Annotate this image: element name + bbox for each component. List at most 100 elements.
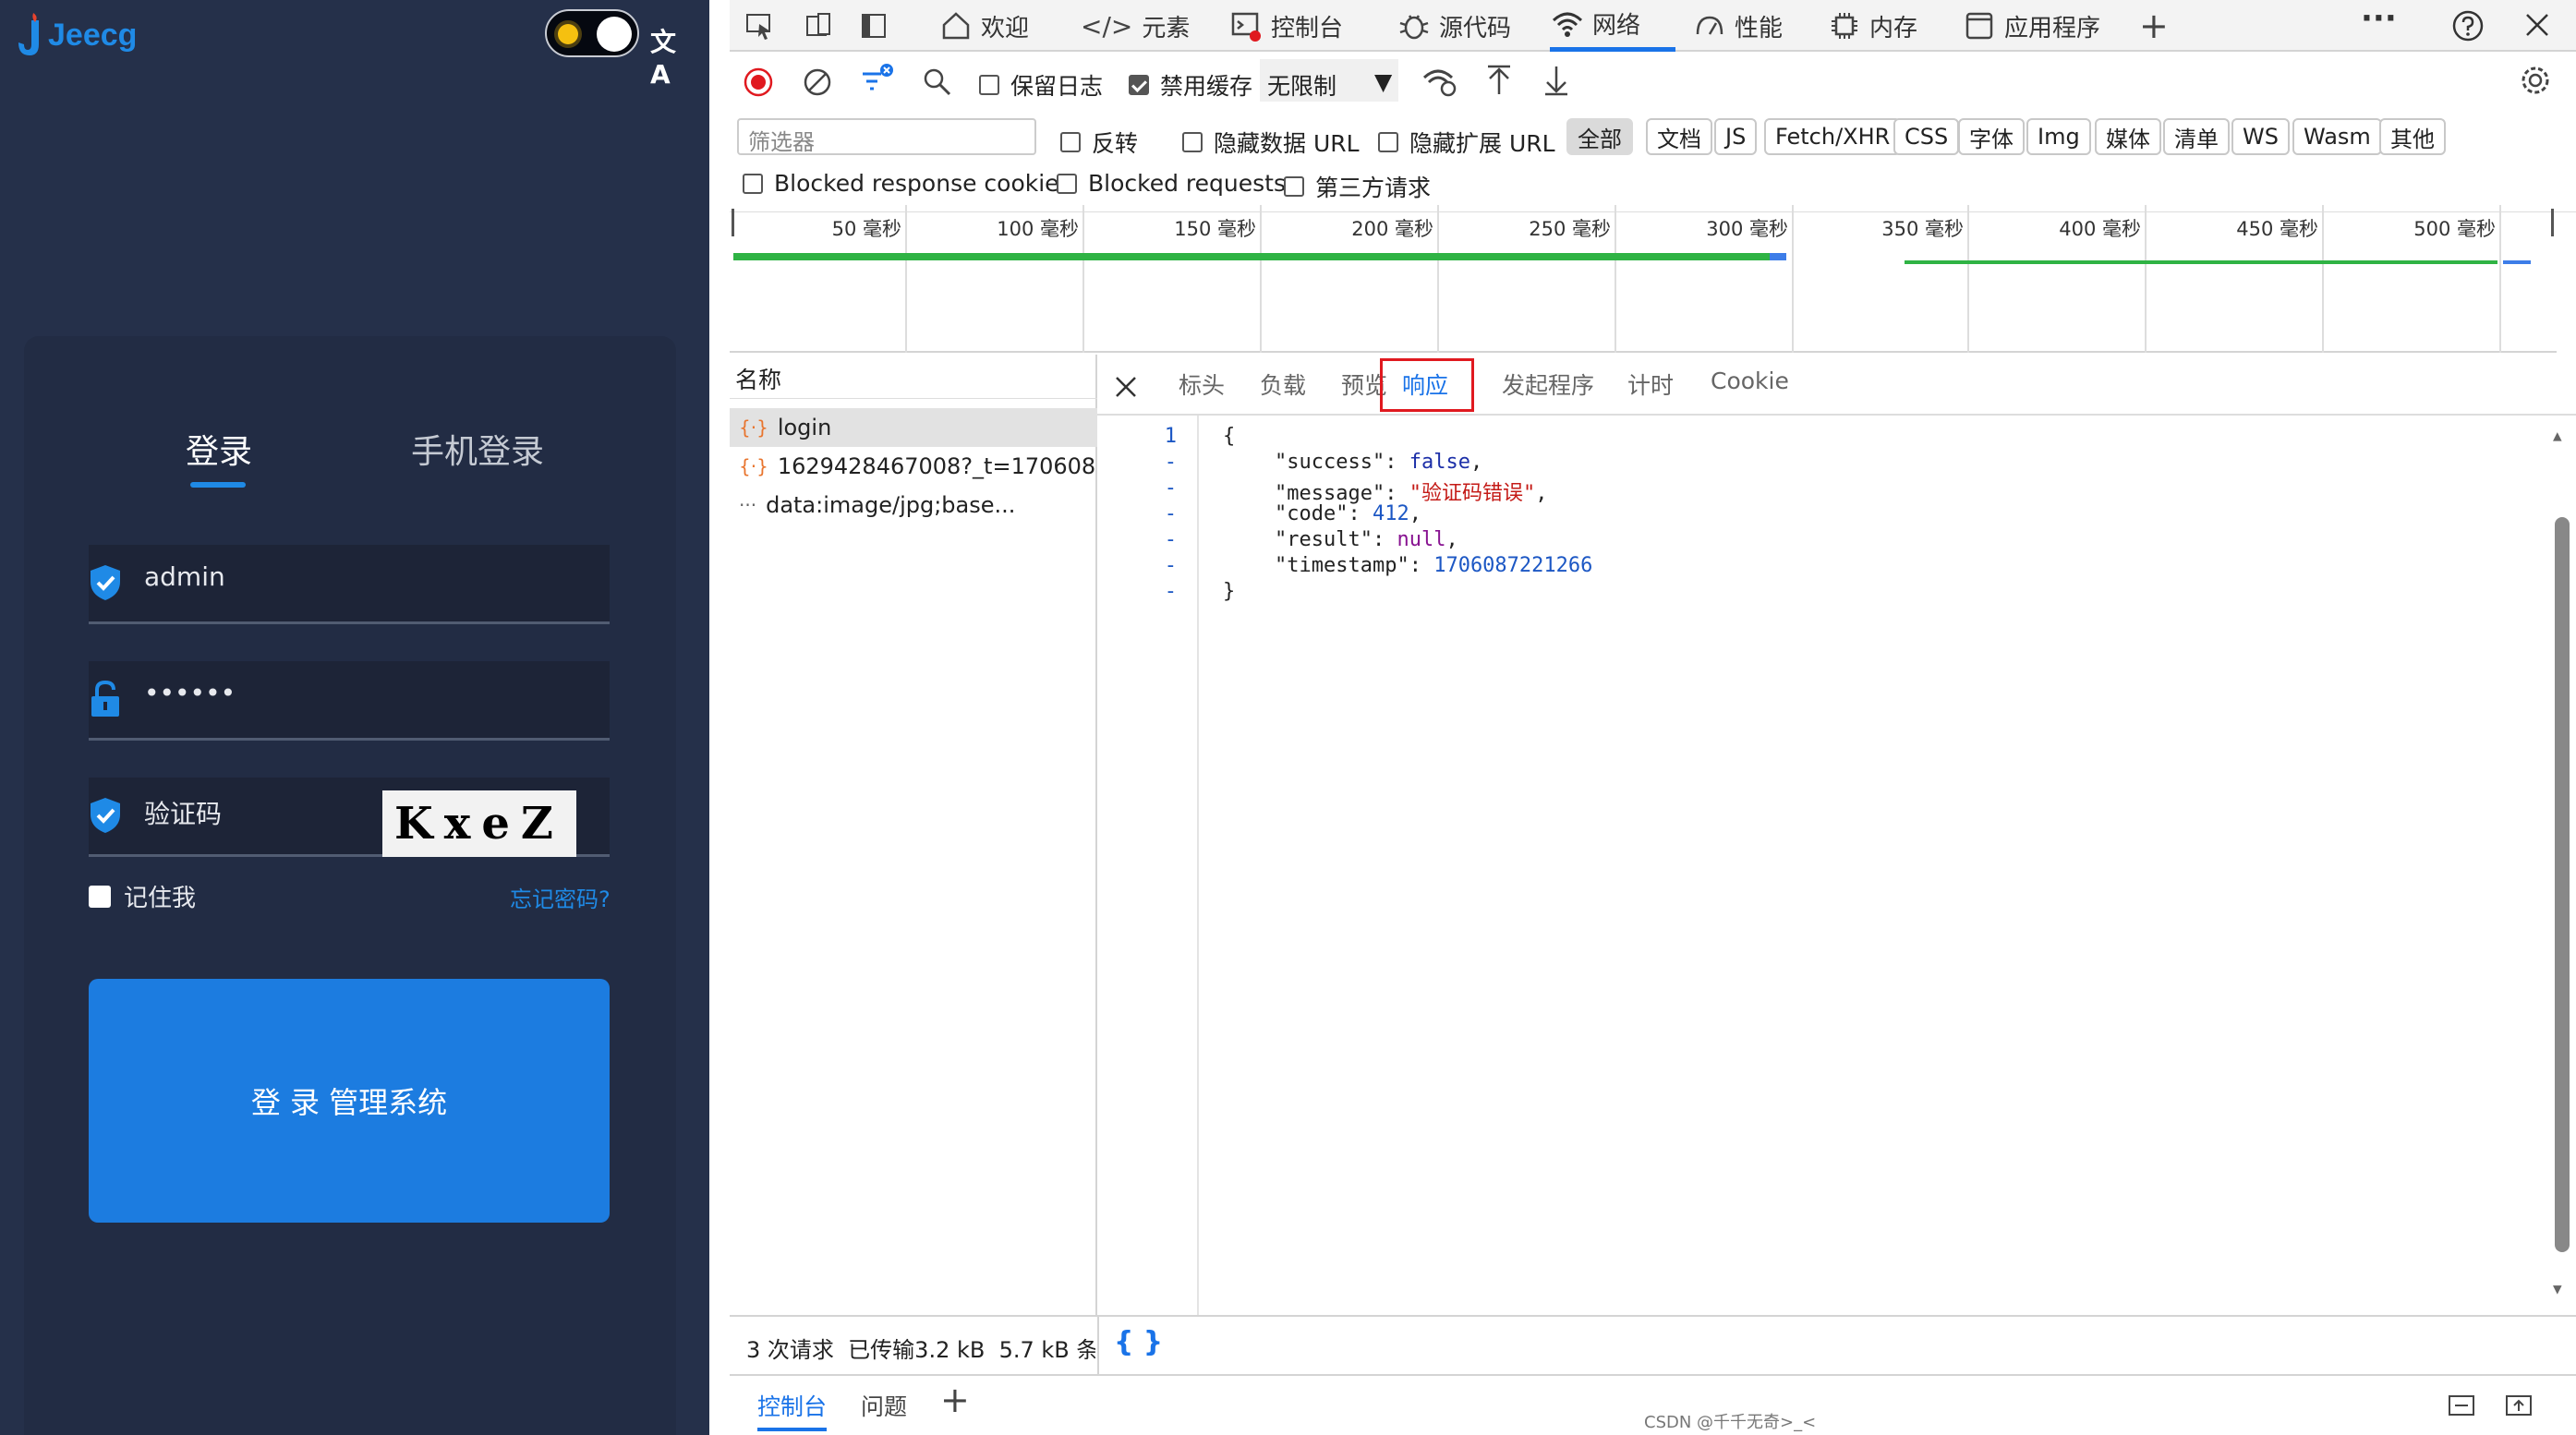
drawer-tab-console[interactable]: 控制台 — [757, 1389, 828, 1431]
tick-line — [2499, 205, 2501, 353]
export-har-icon[interactable] — [1542, 65, 1570, 96]
chip-media[interactable]: 媒体 — [2095, 118, 2161, 155]
hide-ext-url-checkbox[interactable]: 隐藏扩展 URL — [1378, 126, 1555, 159]
filter-input[interactable]: 筛选器 — [737, 118, 1036, 155]
preserve-log-checkbox[interactable]: 保留日志 — [979, 68, 1103, 102]
throttle-select[interactable]: 无限制 ▼ — [1260, 59, 1398, 102]
remember-checkbox[interactable] — [89, 885, 111, 908]
chip-doc[interactable]: 文档 — [1646, 118, 1712, 155]
xhr-icon: {·} — [739, 416, 768, 439]
json-line-success: "success": false, — [1275, 451, 1483, 474]
more-options-icon[interactable]: ··· — [2361, 0, 2397, 37]
captcha-image[interactable]: KxeZ — [382, 790, 576, 857]
scroll-up-icon[interactable]: ▲ — [2553, 427, 2562, 444]
blocked-cookies-checkbox[interactable]: Blocked response cookies — [743, 170, 1071, 197]
disable-cache-checkbox[interactable]: 禁用缓存 — [1129, 68, 1252, 102]
close-detail-icon[interactable] — [1114, 375, 1138, 399]
help-icon[interactable] — [2451, 9, 2485, 42]
app-logo[interactable]: Jeecg — [9, 7, 137, 63]
remember-me[interactable]: 记住我 — [89, 879, 196, 913]
hide-data-url-label: 隐藏数据 URL — [1214, 130, 1360, 157]
tab-sources[interactable]: 源代码 — [1398, 0, 1511, 52]
third-party-checkbox[interactable]: 第三方请求 — [1284, 170, 1431, 203]
request-row[interactable]: {·} login — [730, 408, 1097, 447]
device-toolbar-icon[interactable] — [804, 11, 833, 41]
invert-checkbox[interactable]: 反转 — [1060, 126, 1138, 159]
close-icon[interactable] — [2523, 11, 2551, 39]
tick-label: 50 毫秒 — [831, 218, 901, 240]
tab-cookie[interactable]: Cookie — [1711, 368, 1789, 394]
dock-drawer-icon[interactable] — [2448, 1393, 2475, 1418]
timeline-handle-left[interactable] — [732, 209, 734, 236]
request-bar-login — [733, 253, 1773, 260]
expand-drawer-icon[interactable] — [2505, 1393, 2533, 1418]
drawer-add-icon[interactable]: + — [940, 1380, 970, 1420]
status-divider — [1097, 1317, 1099, 1378]
name-column-header[interactable]: 名称 — [730, 355, 1097, 399]
tab-network[interactable]: 网络 — [1550, 0, 1675, 52]
tab-application[interactable]: 应用程序 — [1964, 0, 2100, 52]
request-row[interactable]: ··· data:image/jpg;base... — [730, 486, 1097, 525]
drawer-tab-issues[interactable]: 问题 — [861, 1389, 907, 1422]
login-button[interactable]: 登 录 管理系统 — [89, 979, 610, 1223]
blocked-requests-label: Blocked requests — [1088, 170, 1286, 197]
filter-bar: 筛选器 反转 隐藏数据 URL 隐藏扩展 URL 全部 文档 JS Fetch/… — [730, 111, 2576, 212]
gauge-icon — [1696, 16, 1723, 35]
forgot-password-link[interactable]: 忘记密码? — [510, 881, 611, 913]
tab-welcome-label: 欢迎 — [981, 14, 1030, 42]
chip-wasm[interactable]: Wasm — [2292, 118, 2382, 155]
filter-toggle-icon[interactable] — [859, 61, 896, 98]
inspect-icon[interactable] — [744, 11, 774, 41]
tick-label: 350 毫秒 — [1881, 218, 1964, 240]
tab-welcome[interactable]: 欢迎 — [940, 0, 1029, 52]
tick-line — [1437, 205, 1439, 353]
record-stop-icon[interactable] — [743, 66, 774, 98]
request-bar-captcha — [1905, 260, 2497, 264]
tab-headers[interactable]: 标头 — [1179, 368, 1225, 401]
tab-performance[interactable]: 性能 — [1694, 0, 1783, 52]
line-number: 1 — [1164, 425, 1177, 448]
chip-font[interactable]: 字体 — [1958, 118, 2025, 155]
chip-js[interactable]: JS — [1714, 118, 1758, 155]
dock-side-icon[interactable] — [859, 11, 889, 41]
tab-elements[interactable]: </> 元素 — [1081, 0, 1190, 52]
response-body[interactable]: 1 - - - - - - { "success": false, "messa… — [1097, 416, 2576, 1315]
chip-ws[interactable]: WS — [2231, 118, 2290, 155]
password-field[interactable]: •••••• — [89, 661, 610, 741]
timeline-handle-right[interactable] — [2551, 209, 2554, 236]
network-conditions-icon[interactable] — [1422, 65, 1459, 98]
language-icon[interactable]: 文A — [650, 22, 682, 90]
clear-icon[interactable] — [802, 66, 833, 98]
chip-css[interactable]: CSS — [1893, 118, 1960, 155]
scroll-down-icon[interactable]: ▼ — [2553, 1280, 2562, 1297]
tab-initiator[interactable]: 发起程序 — [1502, 368, 1594, 401]
search-icon[interactable] — [922, 66, 953, 98]
tick-line — [1082, 205, 1084, 353]
theme-toggle[interactable] — [545, 9, 639, 57]
import-har-icon[interactable] — [1485, 65, 1513, 96]
line-number: - — [1164, 502, 1177, 525]
tab-timing[interactable]: 计时 — [1627, 368, 1674, 401]
settings-gear-icon[interactable] — [2518, 63, 2553, 98]
blocked-requests-checkbox[interactable]: Blocked requests — [1057, 170, 1286, 197]
request-row[interactable]: {·} 1629428467008?_t=17060872... — [730, 447, 1097, 486]
tab-response[interactable]: 响应 — [1402, 368, 1448, 401]
network-timeline[interactable]: 50 毫秒 100 毫秒 150 毫秒 200 毫秒 250 毫秒 300 毫秒… — [730, 205, 2557, 353]
username-field[interactable]: admin — [89, 545, 610, 624]
chip-all[interactable]: 全部 — [1566, 118, 1633, 155]
pretty-print-icon[interactable]: { } — [1114, 1326, 1163, 1358]
tab-memory[interactable]: 内存 — [1829, 0, 1917, 52]
chip-manifest[interactable]: 清单 — [2163, 118, 2230, 155]
tab-payload[interactable]: 负载 — [1260, 368, 1306, 401]
hide-data-url-checkbox[interactable]: 隐藏数据 URL — [1182, 126, 1360, 159]
tab-mobile-login[interactable]: 手机登录 — [353, 425, 602, 473]
tick-line — [1967, 205, 1969, 353]
chip-img[interactable]: Img — [2026, 118, 2091, 155]
chip-other[interactable]: 其他 — [2379, 118, 2446, 155]
chip-fetch-xhr[interactable]: Fetch/XHR — [1764, 118, 1902, 155]
tab-console[interactable]: 控制台 — [1230, 0, 1343, 52]
vertical-scrollbar[interactable] — [2555, 517, 2570, 1252]
status-summary: 3 次请求 已传输3.2 kB 5.7 kB 条资 — [746, 1332, 1095, 1364]
throttle-value: 无限制 — [1267, 73, 1337, 100]
add-tab-icon[interactable]: + — [2139, 6, 2169, 46]
